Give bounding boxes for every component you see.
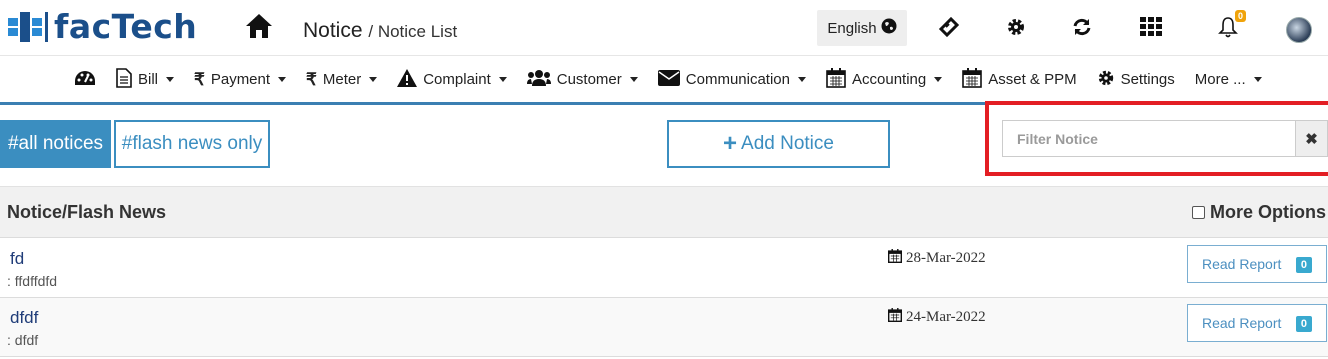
nav-label-customer: Customer <box>556 71 622 88</box>
page-title: Notice / Notice List <box>303 18 457 45</box>
warning-icon <box>397 68 418 91</box>
table-row: fd : ffdffdfd 28-Mar-2022 Read Report 0 <box>0 239 1328 298</box>
nav-accounting[interactable]: Accounting <box>826 67 943 92</box>
home-icon[interactable] <box>244 12 274 40</box>
language-label: English <box>827 19 877 37</box>
refresh-icon[interactable] <box>1070 15 1094 39</box>
filter-notice-input[interactable] <box>1002 120 1296 157</box>
nav-label-settings: Settings <box>1120 71 1175 88</box>
apps-grid-icon[interactable] <box>1139 15 1163 39</box>
notice-date-text: 24-Mar-2022 <box>906 309 986 325</box>
tab-all-notices[interactable]: #all notices <box>0 120 111 168</box>
table-header: Notice/Flash News More Options <box>0 186 1328 238</box>
nav-more[interactable]: More ... <box>1195 71 1262 88</box>
nav-label-more: More ... <box>1194 71 1246 88</box>
rupee-icon: ₹ <box>306 69 317 89</box>
page-title-main: Notice <box>303 19 363 42</box>
notice-date-text: 28-Mar-2022 <box>906 250 986 266</box>
main-nav: Bill ₹ Payment ₹ Meter Complaint Custome… <box>0 57 1328 105</box>
notice-description: : ffdffdfd <box>7 273 58 289</box>
users-icon <box>526 69 551 91</box>
chevron-down-icon <box>798 77 806 82</box>
avatar[interactable] <box>1286 17 1312 43</box>
nav-label-bill: Bill <box>138 71 159 88</box>
nav-payment[interactable]: ₹ Payment <box>194 69 287 90</box>
calendar-icon <box>962 67 983 92</box>
close-icon[interactable]: ✖ <box>1296 120 1328 157</box>
plus-icon: + <box>723 130 738 157</box>
nav-label-complaint: Complaint <box>423 71 491 88</box>
chevron-down-icon <box>498 77 507 82</box>
nav-communication[interactable]: Communication <box>657 69 806 90</box>
table-title: Notice/Flash News <box>7 202 167 222</box>
envelope-icon <box>657 69 680 90</box>
calendar-icon <box>826 67 846 92</box>
add-notice-label: Add Notice <box>741 133 834 154</box>
chevron-down-icon <box>166 77 175 82</box>
nav-dashboard[interactable] <box>74 69 96 91</box>
file-icon <box>116 67 132 92</box>
ticket-icon[interactable] <box>937 15 961 39</box>
gear-icon[interactable] <box>1004 15 1028 39</box>
globe-icon <box>881 18 897 38</box>
language-button[interactable]: English <box>817 10 907 46</box>
nav-label-accounting: Accounting <box>852 71 927 88</box>
notice-title[interactable]: dfdf <box>10 308 38 328</box>
nav-meter[interactable]: ₹ Meter <box>306 69 378 90</box>
report-count-badge: 0 <box>1295 316 1312 332</box>
chevron-down-icon <box>629 77 638 82</box>
nav-asset-ppm[interactable]: Asset & PPM <box>962 67 1077 92</box>
notification-badge: 0 <box>1235 10 1247 22</box>
nav-label-meter: Meter <box>322 71 362 88</box>
chevron-down-icon <box>1253 77 1262 82</box>
notice-description: : dfdf <box>7 332 39 348</box>
brand-name: facTech <box>54 7 198 46</box>
table-row: dfdf : dfdf 24-Mar-2022 Read Report 0 <box>0 298 1328 357</box>
nav-label-communication: Communication <box>685 71 790 88</box>
report-count-badge: 0 <box>1295 257 1312 273</box>
calendar-icon <box>888 308 902 327</box>
rupee-icon: ₹ <box>194 69 205 89</box>
brand-logo[interactable]: facTech <box>8 9 197 45</box>
nav-bill[interactable]: Bill <box>116 67 175 92</box>
nav-label-asset-ppm: Asset & PPM <box>988 71 1077 88</box>
nav-settings[interactable]: Settings <box>1097 69 1175 91</box>
dashboard-icon <box>74 69 96 91</box>
calendar-icon <box>888 249 902 268</box>
chevron-down-icon <box>369 77 378 82</box>
nav-complaint[interactable]: Complaint <box>397 68 507 91</box>
read-report-button[interactable]: Read Report 0 <box>1187 245 1327 283</box>
more-options-label: More Options <box>1210 202 1326 222</box>
tab-flash-news[interactable]: #flash news only <box>114 120 270 168</box>
more-options-toggle[interactable]: More Options <box>1192 202 1326 223</box>
chevron-down-icon <box>934 77 943 82</box>
read-report-label: Read Report <box>1202 315 1282 331</box>
gear-icon <box>1097 69 1115 91</box>
nav-label-payment: Payment <box>210 71 271 88</box>
notice-date: 24-Mar-2022 <box>888 308 986 327</box>
nav-customer[interactable]: Customer <box>526 69 638 91</box>
chevron-down-icon <box>278 77 287 82</box>
more-options-checkbox[interactable] <box>1192 206 1205 219</box>
page-breadcrumb: / Notice List <box>368 22 458 41</box>
read-report-button[interactable]: Read Report 0 <box>1187 304 1327 342</box>
add-notice-button[interactable]: + Add Notice <box>667 120 890 168</box>
notice-title[interactable]: fd <box>10 249 24 269</box>
logo-mark-icon <box>8 10 52 44</box>
read-report-label: Read Report <box>1202 256 1282 272</box>
notice-date: 28-Mar-2022 <box>888 249 986 268</box>
top-header: facTech Notice / Notice List English 0 <box>0 0 1328 56</box>
